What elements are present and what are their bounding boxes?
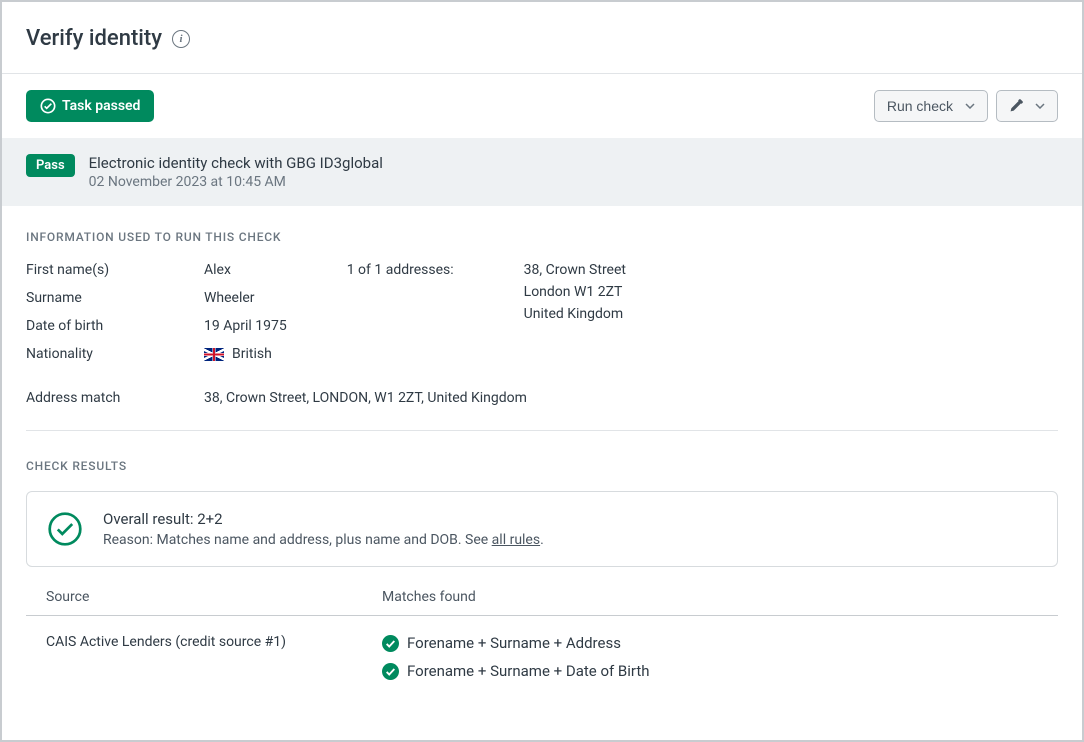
col-matches-header: Matches found: [382, 589, 1038, 605]
check-results-section: CHECK RESULTS Overall result: 2+2 Reason…: [2, 431, 1082, 680]
uk-flag-icon: [204, 348, 224, 361]
check-filled-icon: [382, 663, 399, 680]
dob-value: 19 April 1975: [204, 318, 287, 334]
info-section-heading: INFORMATION USED TO RUN THIS CHECK: [26, 230, 1058, 244]
check-circle-icon: [40, 98, 56, 114]
overall-result-title: Overall result: 2+2: [103, 510, 544, 528]
chevron-down-icon: [965, 103, 975, 109]
col-source-header: Source: [46, 589, 382, 605]
match-text: Forename + Surname + Address: [407, 634, 621, 652]
surname-label: Surname: [26, 290, 204, 306]
status-badge: Pass: [26, 154, 75, 177]
info-section: INFORMATION USED TO RUN THIS CHECK First…: [2, 206, 1082, 431]
overall-result-reason: Reason: Matches name and address, plus n…: [103, 532, 544, 548]
toolbar: Task passed Run check: [2, 74, 1082, 138]
check-title: Electronic identity check with GBG ID3gl…: [89, 154, 383, 172]
results-row: CAIS Active Lenders (credit source #1) F…: [26, 616, 1058, 680]
dob-label: Date of birth: [26, 318, 204, 334]
first-names-label: First name(s): [26, 262, 204, 278]
addresses-count-label: 1 of 1 addresses:: [347, 262, 454, 362]
task-passed-label: Task passed: [62, 98, 140, 114]
dob-row: Date of birth 19 April 1975: [26, 318, 287, 334]
check-results-heading: CHECK RESULTS: [26, 459, 1058, 473]
all-rules-link[interactable]: all rules: [492, 532, 540, 548]
address-match-label: Address match: [26, 390, 204, 406]
result-banner: Pass Electronic identity check with GBG …: [2, 138, 1082, 206]
first-names-value: Alex: [204, 262, 231, 278]
address-match-value: 38, Crown Street, LONDON, W1 2ZT, United…: [204, 390, 527, 406]
surname-row: Surname Wheeler: [26, 290, 287, 306]
address-line: United Kingdom: [524, 306, 626, 322]
edit-button[interactable]: [996, 90, 1058, 122]
match-item: Forename + Surname + Address: [382, 634, 1038, 652]
page-header: Verify identity i: [2, 2, 1082, 74]
pencil-icon: [1009, 99, 1023, 113]
match-item: Forename + Surname + Date of Birth: [382, 662, 1038, 680]
nationality-value: British: [232, 346, 272, 362]
source-name: CAIS Active Lenders (credit source #1): [46, 634, 382, 680]
nationality-row: Nationality British: [26, 346, 287, 362]
check-filled-icon: [382, 635, 399, 652]
chevron-down-icon: [1035, 103, 1045, 109]
address-block: 38, Crown Street London W1 2ZT United Ki…: [524, 262, 626, 362]
run-check-label: Run check: [887, 98, 953, 114]
surname-value: Wheeler: [204, 290, 255, 306]
results-table-header: Source Matches found: [26, 577, 1058, 616]
check-timestamp: 02 November 2023 at 10:45 AM: [89, 174, 383, 190]
address-line: 38, Crown Street: [524, 262, 626, 278]
check-circle-icon: [47, 511, 83, 547]
task-passed-badge: Task passed: [26, 90, 154, 122]
nationality-label: Nationality: [26, 346, 204, 362]
address-line: London W1 2ZT: [524, 284, 626, 300]
info-icon[interactable]: i: [172, 30, 190, 48]
match-text: Forename + Surname + Date of Birth: [407, 662, 650, 680]
overall-result-box: Overall result: 2+2 Reason: Matches name…: [26, 491, 1058, 567]
page-title: Verify identity: [26, 26, 162, 51]
run-check-button[interactable]: Run check: [874, 90, 988, 122]
address-match-row: Address match 38, Crown Street, LONDON, …: [26, 390, 1058, 431]
first-names-row: First name(s) Alex: [26, 262, 287, 278]
